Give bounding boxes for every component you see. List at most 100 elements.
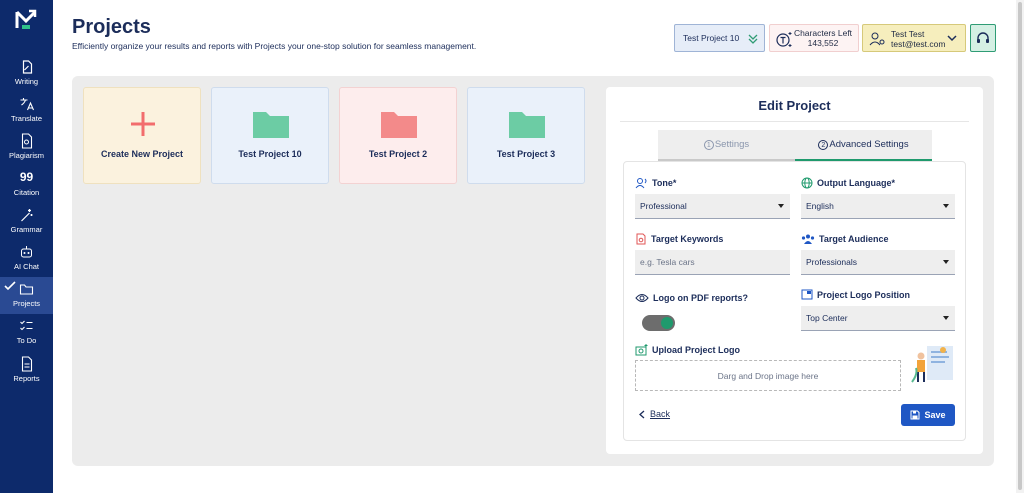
card-label: Test Project 2 [368,149,428,159]
report-icon [21,356,33,372]
tab-settings[interactable]: 1 Settings [658,130,795,161]
logo-on-pdf-label: Logo on PDF reports? [635,293,748,303]
user-email: test@test.com [891,39,946,49]
target-keywords-label: Target Keywords [635,233,723,245]
logo-on-pdf-toggle[interactable] [642,315,675,331]
support-button[interactable] [970,24,996,52]
writing-icon [22,60,33,74]
sidebar: Writing Translate Plagiarism 99 Citation… [0,0,53,493]
sidebar-item-label: Translate [11,114,42,123]
caret-down-icon [943,316,949,320]
project-selector-value: Test Project 10 [683,33,740,43]
sidebar-item-label: Grammar [10,225,43,234]
sidebar-item-label: Reports [13,374,40,383]
caret-down-icon [778,204,784,208]
user-menu[interactable]: Test Test test@test.com [862,24,966,52]
check-icon [4,281,16,291]
card-label: Test Project 10 [238,149,302,159]
sidebar-item-label: AI Chat [13,262,39,271]
target-audience-select[interactable]: Professionals [801,250,955,275]
plagiarism-icon [21,133,33,149]
double-chevron-down-icon [748,34,758,44]
sidebar-item-ai-chat[interactable]: AI Chat [0,240,53,277]
characters-left-badge: Characters Left 143,552 [769,24,859,52]
tone-select[interactable]: Professional [635,194,790,219]
toggle-knob [661,317,673,329]
sidebar-item-translate[interactable]: Translate [0,92,53,129]
logo-position-select[interactable]: Top Center [801,306,955,331]
globe-icon [801,177,813,189]
step-1-icon: 1 [703,139,714,150]
sidebar-item-reports[interactable]: Reports [0,352,53,389]
chevron-down-icon [947,35,957,42]
output-language-select[interactable]: English [801,194,955,219]
audience-icon [801,234,815,244]
caret-down-icon [943,204,949,208]
page-scrollbar[interactable] [1016,0,1024,493]
sidebar-item-citation[interactable]: 99 Citation [0,166,53,203]
tab-label: Advanced Settings [829,139,909,150]
sidebar-item-label: Writing [14,77,39,86]
sidebar-item-plagiarism[interactable]: Plagiarism [0,129,53,166]
tab-label: Settings [714,139,750,150]
text-credits-icon [776,32,792,47]
sidebar-item-label: Plagiarism [8,151,44,160]
edit-project-title: Edit Project [758,98,831,113]
layout-icon [801,289,813,300]
sidebar-item-label: To Do [16,336,37,345]
logo-dropzone[interactable]: Darg and Drop image here [635,360,901,391]
advanced-settings-form: Tone* Professional Output Language* Engl… [623,161,966,441]
save-icon [910,410,920,420]
page-subtitle: Efficiently organize your results and re… [72,41,477,51]
tone-label: Tone* [635,177,676,189]
quote-icon: 99 [19,170,34,184]
caret-down-icon [943,260,949,264]
headset-icon [977,32,989,43]
characters-left-value: 143,552 [807,38,839,48]
edit-project-panel: Edit Project 1 Settings 2 Advanced Setti… [606,87,983,454]
upload-logo-label: Upload Project Logo [635,344,740,356]
folder-icon [381,112,417,138]
sidebar-item-label: Citation [13,188,40,197]
folder-icon [509,112,545,138]
upload-illustration [911,346,953,383]
target-keywords-input[interactable] [635,250,790,275]
project-card[interactable]: Test Project 3 [467,87,585,184]
add-photo-icon [635,344,648,356]
magic-wand-icon [21,209,33,222]
project-selector[interactable]: Test Project 10 [674,24,765,52]
divider [620,121,969,122]
card-label: Create New Project [100,149,184,159]
sidebar-item-to-do[interactable]: To Do [0,314,53,351]
card-label: Test Project 3 [496,149,556,159]
eye-icon [635,294,649,302]
sidebar-item-projects[interactable]: Projects [0,277,53,314]
back-link[interactable]: Back [638,409,670,419]
page-title: Projects [72,16,151,38]
user-settings-icon [869,32,885,46]
chevron-left-icon [639,410,645,418]
target-audience-label: Target Audience [801,233,889,245]
project-card[interactable]: Test Project 10 [211,87,329,184]
checklist-icon [20,320,33,331]
voice-icon [635,178,647,189]
output-language-label: Output Language* [801,177,895,189]
logo-position-label: Project Logo Position [801,289,910,300]
scrollbar-thumb[interactable] [1018,2,1022,490]
characters-left-label: Characters Left [793,28,853,38]
app-logo[interactable] [14,8,38,32]
sidebar-item-label: Projects [12,299,41,308]
plus-icon [131,112,155,136]
create-new-project-card[interactable]: Create New Project [83,87,201,184]
keyword-search-icon [636,233,646,245]
tab-advanced-settings[interactable]: 2 Advanced Settings [795,130,932,161]
save-button[interactable]: Save [901,404,955,426]
step-2-icon: 2 [818,139,829,150]
translate-icon [20,98,35,111]
user-name: Test Test [891,29,925,39]
robot-icon [21,246,32,258]
sidebar-item-grammar[interactable]: Grammar [0,203,53,240]
folder-icon [253,112,289,138]
sidebar-item-writing[interactable]: Writing [0,55,53,92]
project-card[interactable]: Test Project 2 [339,87,457,184]
